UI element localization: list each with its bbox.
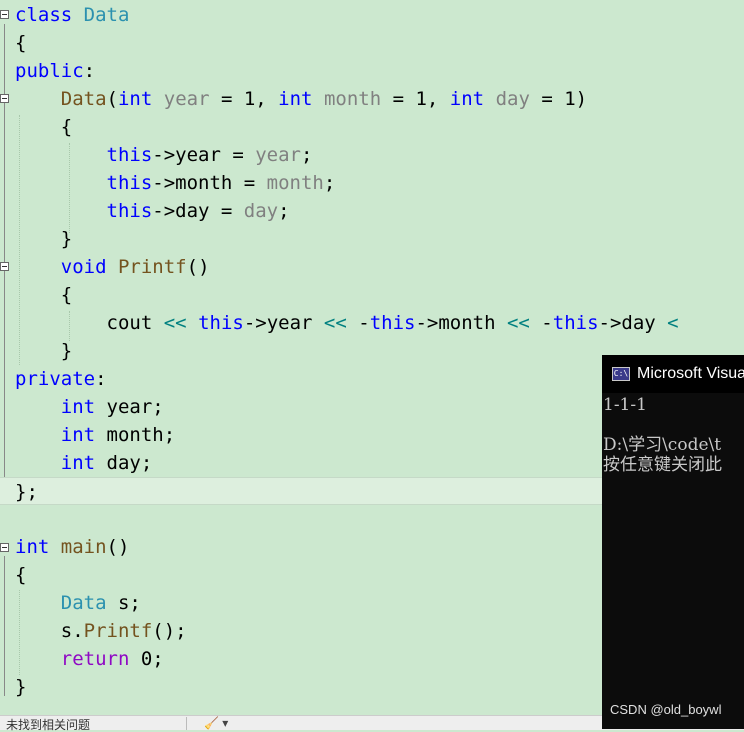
code-line: this->year = year; — [106, 144, 313, 166]
keyword: public — [15, 60, 84, 82]
code-line: { — [60, 116, 73, 138]
console-window[interactable]: C:\ Microsoft Visua 1-1-1 D:\学习\code\t 按… — [602, 355, 744, 729]
console-app-icon: C:\ — [612, 367, 630, 381]
function-name: Data — [60, 88, 107, 110]
code-line: cout << this->year << -this->month << -t… — [106, 312, 679, 334]
code-line: Data(int year = 1, int month = 1, int da… — [60, 88, 588, 110]
watermark: CSDN @old_boywl — [610, 702, 722, 717]
keyword: class — [15, 4, 73, 26]
code-line: this->day = day; — [106, 200, 290, 222]
cleanup-brush-icon[interactable]: 🧹 ▾ — [204, 716, 228, 730]
status-message: 未找到相关问题 — [6, 718, 91, 732]
status-divider — [186, 717, 187, 730]
console-titlebar[interactable]: C:\ Microsoft Visua — [602, 355, 744, 393]
code-line: void Printf() — [60, 256, 210, 278]
code-line: } — [60, 228, 73, 250]
type-name: Data — [83, 4, 130, 26]
code-line: class Data — [0, 1, 744, 29]
code-line: { — [60, 284, 73, 306]
code-line: { — [15, 32, 27, 54]
code-line: this->month = month; — [106, 172, 336, 194]
code-line: public: — [15, 60, 96, 82]
console-title: Microsoft Visua — [637, 365, 744, 382]
console-output: 1-1-1 D:\学习\code\t 按任意键关闭此 — [603, 395, 722, 475]
